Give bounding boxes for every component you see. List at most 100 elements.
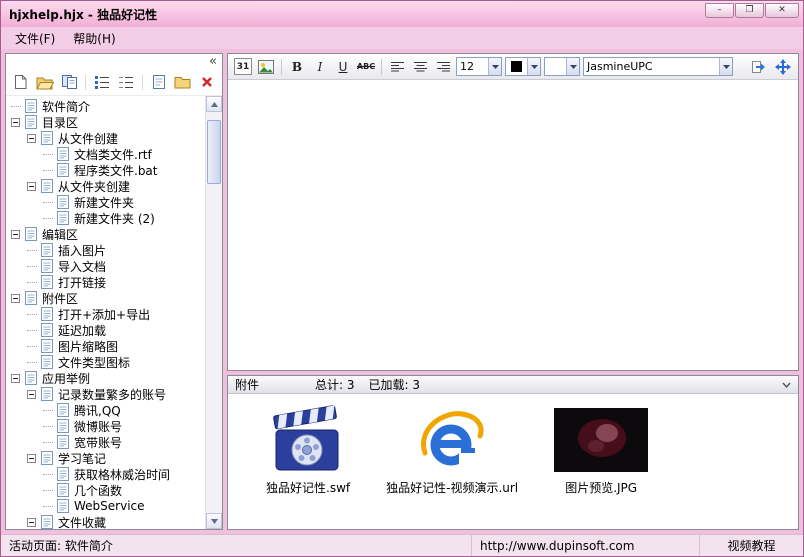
tree-node-icon [25,371,37,385]
tree-collapse-icon[interactable] [11,293,24,303]
tree-item[interactable]: 文档类文件.rtf [6,146,205,162]
internet-explorer-icon [417,404,487,476]
align-center-icon[interactable] [410,57,430,77]
tree-item-label: 导入文档 [58,259,107,274]
tree-item[interactable]: 软件简介 [6,98,205,114]
font-family-select[interactable]: JasmineUPC [583,57,733,76]
tree-item[interactable]: 新建文件夹 [6,194,205,210]
attachment-item[interactable]: 图片预览.JPG [554,404,649,496]
save-page-icon[interactable] [149,72,168,92]
toolbar-separator [85,74,87,90]
attachment-item[interactable]: 独品好记性.swf [266,404,350,496]
editor-toolbar: 31 B I U ABC 12 JasmineUPC [228,54,798,80]
tree-item[interactable]: 宽带账号 [6,434,205,450]
export-icon[interactable] [749,57,769,77]
tree-collapse-icon[interactable] [27,389,40,399]
close-button[interactable]: ✕ [765,3,799,18]
tree-node-icon [57,163,69,177]
tree-node-icon [57,211,69,225]
align-right-icon[interactable] [433,57,453,77]
tree-item[interactable]: 目录区 [6,114,205,130]
delete-icon[interactable] [198,72,217,92]
tree-item[interactable]: 附件区 [6,290,205,306]
tree-item[interactable]: 导入文档 [6,258,205,274]
tree-item[interactable]: WebService [6,498,205,514]
detail-list-icon[interactable] [116,72,135,92]
toolbar-separator [381,58,382,75]
tree-item[interactable]: 新建文件夹 (2) [6,210,205,226]
tree-item[interactable]: 图片缩略图 [6,338,205,354]
tree-collapse-icon[interactable] [11,117,24,127]
tree-item[interactable]: 学习笔记 [6,450,205,466]
highlight-color-select[interactable] [544,57,580,76]
tree-item-label: 学习笔记 [58,451,107,466]
tree-item[interactable]: 延迟加载 [6,322,205,338]
tree-item[interactable]: 应用举例 [6,370,205,386]
tree-node-icon [41,131,53,145]
tree-item[interactable]: 记录数量繁多的账号 [6,386,205,402]
align-left-icon[interactable] [387,57,407,77]
tree-connector [43,153,56,155]
scrollbar-track[interactable] [206,112,222,513]
tree-item[interactable]: 文件收藏 [6,514,205,529]
insert-image-icon[interactable] [256,57,276,77]
editor-area[interactable] [228,80,798,370]
editor-block: 31 B I U ABC 12 JasmineUPC [227,53,799,371]
tree-collapse-icon[interactable] [27,453,40,463]
tree-item-label: 文件类型图标 [58,355,131,370]
tree-item-label: 几个函数 [74,483,123,498]
fit-window-icon[interactable] [773,57,793,77]
tree-item[interactable]: 腾讯,QQ [6,402,205,418]
tree-item[interactable]: 从文件创建 [6,130,205,146]
tree-collapse-icon[interactable] [27,517,40,527]
attachments-collapse-icon[interactable] [782,382,791,388]
insert-date-icon[interactable]: 31 [233,57,253,77]
font-size-select[interactable]: 12 [456,57,502,76]
tree-connector [27,361,40,363]
tree-item-label: 插入图片 [58,243,107,258]
minimize-button[interactable]: – [705,3,734,18]
bold-button[interactable]: B [287,57,307,77]
folder-icon[interactable] [173,72,192,92]
attachment-item[interactable]: 独品好记性-视频演示.url [386,404,518,496]
window-title: hjxhelp.hjx - 独品好记性 [9,8,158,22]
underline-button[interactable]: U [333,57,353,77]
status-video-link[interactable]: 视频教程 [699,535,803,556]
tree-item[interactable]: 编辑区 [6,226,205,242]
tree-item[interactable]: 文件类型图标 [6,354,205,370]
chevron-down-icon [719,58,732,75]
strikethrough-button[interactable]: ABC [356,57,376,77]
collapse-sidebar-button[interactable]: « [209,55,217,68]
tree-item[interactable]: 获取格林威治时间 [6,466,205,482]
copy-pages-icon[interactable] [60,72,79,92]
scroll-up-button[interactable] [206,96,222,112]
tree-collapse-icon[interactable] [27,181,40,191]
menu-help[interactable]: 帮助(H) [65,28,123,49]
tree-collapse-icon[interactable] [27,133,40,143]
tree-item[interactable]: 微博账号 [6,418,205,434]
title-bar: hjxhelp.hjx - 独品好记性 – ❐ ✕ [1,1,803,27]
maximize-button[interactable]: ❐ [735,3,764,18]
tree-collapse-icon[interactable] [11,229,24,239]
tree-item[interactable]: 插入图片 [6,242,205,258]
tree-node-icon [41,515,53,529]
tree-item[interactable]: 打开+添加+导出 [6,306,205,322]
tree-collapse-icon[interactable] [11,373,24,383]
sidebar-toolbar [6,69,222,95]
new-document-icon[interactable] [11,72,30,92]
tree-item[interactable]: 从文件夹创建 [6,178,205,194]
scroll-down-button[interactable] [206,513,222,529]
tree-item-label: 延迟加载 [58,323,107,338]
tree-item[interactable]: 打开链接 [6,274,205,290]
tree-node-icon [25,291,37,305]
italic-button[interactable]: I [310,57,330,77]
scrollbar-thumb[interactable] [207,120,221,184]
tree-item[interactable]: 几个函数 [6,482,205,498]
tree-connector [27,265,40,267]
font-color-select[interactable] [505,57,541,76]
tree-item[interactable]: 程序类文件.bat [6,162,205,178]
tree-scrollbar[interactable] [205,96,222,529]
menu-file[interactable]: 文件(F) [7,28,63,49]
ordered-list-icon[interactable] [92,72,111,92]
open-folder-icon[interactable] [35,72,55,92]
